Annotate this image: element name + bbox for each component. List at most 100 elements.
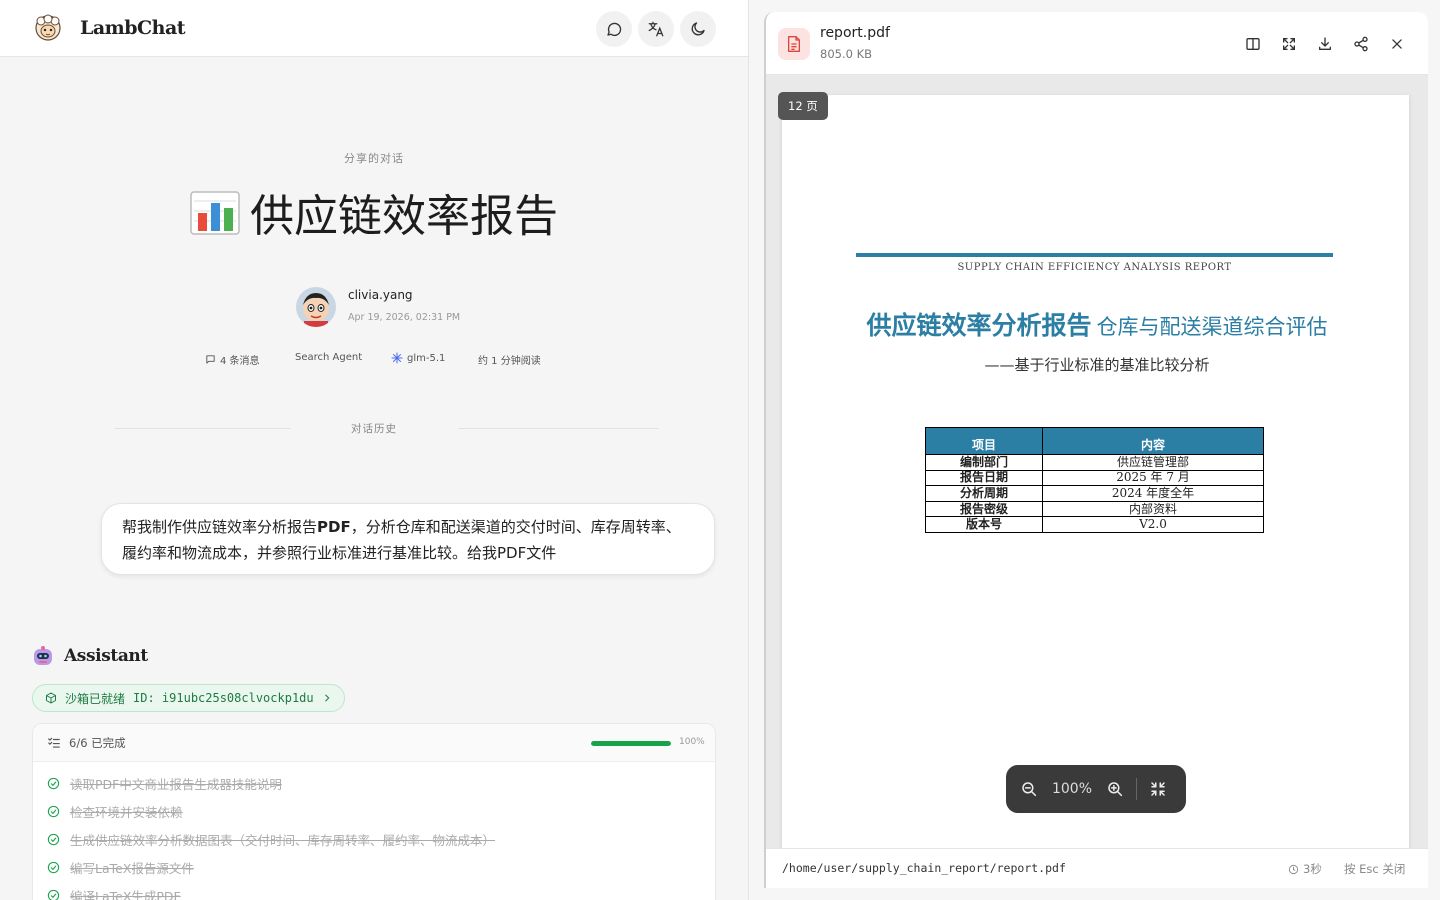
close-viewer-button[interactable] xyxy=(1385,32,1409,56)
elapsed-time-text: 3秒 xyxy=(1303,862,1322,876)
task-list-card: 6/6 已完成 100% 读取PDF中文商业报告生成器技能说明 检查环境并安装依赖… xyxy=(32,723,716,900)
file-name: report.pdf xyxy=(820,25,890,41)
table-row: 编制部门 供应链管理部 xyxy=(925,454,1264,471)
author-name: clivia.yang xyxy=(348,288,413,302)
pdf-page[interactable]: SUPPLY CHAIN EFFICIENCY ANALYSIS REPORT … xyxy=(782,95,1409,855)
chevron-right-icon xyxy=(324,694,330,702)
table-header-item: 项目 xyxy=(925,427,1043,455)
assistant-avatar-icon xyxy=(34,646,52,665)
file-path: /home/user/supply_chain_report/report.pd… xyxy=(782,861,1066,875)
table-key: 分析周期 xyxy=(925,485,1043,502)
close-icon xyxy=(1392,39,1402,49)
new-chat-button[interactable] xyxy=(596,11,632,47)
zoom-controls: 100% xyxy=(1006,765,1186,813)
message-icon xyxy=(206,355,215,364)
model-name: glm-5.1 xyxy=(391,352,445,364)
top-bar: LambChat xyxy=(0,0,748,57)
pdf-title-main: 供应链效率分析报告 xyxy=(866,311,1092,340)
check-circle-icon xyxy=(47,777,60,790)
user-message-bold: PDF xyxy=(317,518,351,536)
app-title: LambChat xyxy=(80,17,186,39)
check-circle-icon xyxy=(47,833,60,846)
pdf-viewer: report.pdf 805.0 KB SUPPLY CHAIN EFFICIE… xyxy=(764,12,1428,888)
pdf-header-rule xyxy=(856,253,1333,257)
table-row: 报告密级 内部资料 xyxy=(925,500,1264,518)
table-row: 报告日期 2025 年 7 月 xyxy=(925,469,1264,487)
download-icon xyxy=(1319,37,1331,50)
tasks-summary: 6/6 已完成 xyxy=(69,736,126,750)
elapsed-time: 3秒 xyxy=(1288,861,1322,877)
page-count-badge: 12 页 xyxy=(778,92,828,120)
file-size: 805.0 KB xyxy=(820,47,873,61)
viewer-header: report.pdf 805.0 KB xyxy=(766,12,1428,75)
task-label: 编译LaTeX生成PDF xyxy=(70,889,181,900)
pdf-info-table: 项目 内容 编制部门 供应链管理部 报告日期 2025 年 7 月 分析周期 2024… xyxy=(925,427,1264,533)
table-key: 编制部门 xyxy=(925,454,1043,471)
author-avatar[interactable] xyxy=(296,287,336,327)
theme-toggle-button[interactable] xyxy=(680,11,716,47)
sandbox-id: ID: i91ubc25s08clvockp1du xyxy=(133,691,314,705)
table-key: 报告密级 xyxy=(925,500,1043,518)
chat-icon xyxy=(607,22,622,37)
progress-percent: 100% xyxy=(679,737,705,747)
table-key: 版本号 xyxy=(925,516,1043,533)
table-row: 分析周期 2024 年度全年 xyxy=(925,485,1264,502)
esc-hint: 按 Esc 关闭 xyxy=(1344,862,1406,876)
maximize-icon xyxy=(1283,38,1295,50)
model-name-text: glm-5.1 xyxy=(407,352,446,364)
message-count: 4 条消息 xyxy=(205,352,260,367)
pane-divider[interactable] xyxy=(748,0,749,900)
zoom-out-icon[interactable] xyxy=(1020,780,1038,798)
translate-icon xyxy=(648,21,664,37)
user-message: 帮我制作供应链效率分析报告PDF，分析仓库和配送渠道的交付时间、库存周转率、履约… xyxy=(101,503,715,575)
share-icon xyxy=(1354,36,1368,52)
table-value: V2.0 xyxy=(1042,516,1264,533)
table-row: 版本号 V2.0 xyxy=(925,516,1264,533)
task-list-header[interactable]: 6/6 已完成 100% xyxy=(33,724,715,762)
fullscreen-button[interactable] xyxy=(1277,32,1301,56)
moon-icon xyxy=(691,22,705,36)
document-icon xyxy=(788,36,800,52)
task-item: 编译LaTeX生成PDF xyxy=(47,886,181,900)
title-text: 供应链效率报告 xyxy=(250,191,558,242)
task-label: 生成供应链效率分析数据图表（交付时间、库存周转率、履约率、物流成本） xyxy=(70,833,496,848)
pdf-title-sub: 仓库与配送渠道综合评估 xyxy=(1096,315,1328,339)
sandbox-status-pill[interactable]: 沙箱已就绪 ID: i91ubc25s08clvockp1du xyxy=(32,684,345,712)
progress-fill xyxy=(591,741,671,746)
download-button[interactable] xyxy=(1313,32,1337,56)
task-item: 编写LaTeX报告源文件 xyxy=(47,858,194,877)
progress-bar xyxy=(591,741,671,746)
pdf-title-tail: ——基于行业标准的基准比较分析 xyxy=(984,356,1210,374)
task-label: 读取PDF中文商业报告生成器技能说明 xyxy=(70,777,282,792)
pdf-title: 供应链效率分析报告 仓库与配送渠道综合评估 ——基于行业标准的基准比较分析 xyxy=(852,308,1342,383)
chat-pane: LambChat 分享的对话 供应链效率报告 clivia.yang Apr 1… xyxy=(0,0,748,900)
check-circle-icon xyxy=(47,861,60,874)
columns-icon xyxy=(1246,38,1260,50)
author-date: Apr 19, 2026, 02:31 PM xyxy=(348,312,461,323)
shared-conversation-label: 分享的对话 xyxy=(344,152,404,165)
check-circle-icon xyxy=(47,889,60,900)
read-time: 约 1 分钟阅读 xyxy=(478,356,541,367)
list-checks-icon xyxy=(48,737,60,748)
minimize-icon[interactable] xyxy=(1149,780,1167,798)
zoom-in-icon[interactable] xyxy=(1106,780,1124,798)
lamb-logo-icon[interactable] xyxy=(32,13,64,45)
assistant-header: Assistant xyxy=(32,645,148,667)
agent-name: Search Agent xyxy=(295,352,363,363)
table-value: 2025 年 7 月 xyxy=(1042,469,1264,487)
avatar-image xyxy=(296,287,336,327)
task-label: 检查环境并安装依赖 xyxy=(70,805,183,820)
pdf-subtitle-en: SUPPLY CHAIN EFFICIENCY ANALYSIS REPORT xyxy=(957,262,1232,273)
task-label: 编写LaTeX报告源文件 xyxy=(70,861,194,876)
table-header-content: 内容 xyxy=(1042,427,1264,455)
bar-chart-emoji-icon xyxy=(190,191,240,235)
check-circle-icon xyxy=(47,805,60,818)
message-count-text: 4 条消息 xyxy=(220,356,260,367)
table-value: 2024 年度全年 xyxy=(1042,485,1264,502)
task-item: 生成供应链效率分析数据图表（交付时间、库存周转率、履约率、物流成本） xyxy=(47,830,495,849)
translate-button[interactable] xyxy=(638,11,674,47)
share-button[interactable] xyxy=(1349,32,1373,56)
user-message-text: 帮我制作供应链效率分析报告PDF，分析仓库和配送渠道的交付时间、库存周转率、履约… xyxy=(122,518,681,562)
model-icon xyxy=(391,352,403,364)
split-view-button[interactable] xyxy=(1241,32,1265,56)
